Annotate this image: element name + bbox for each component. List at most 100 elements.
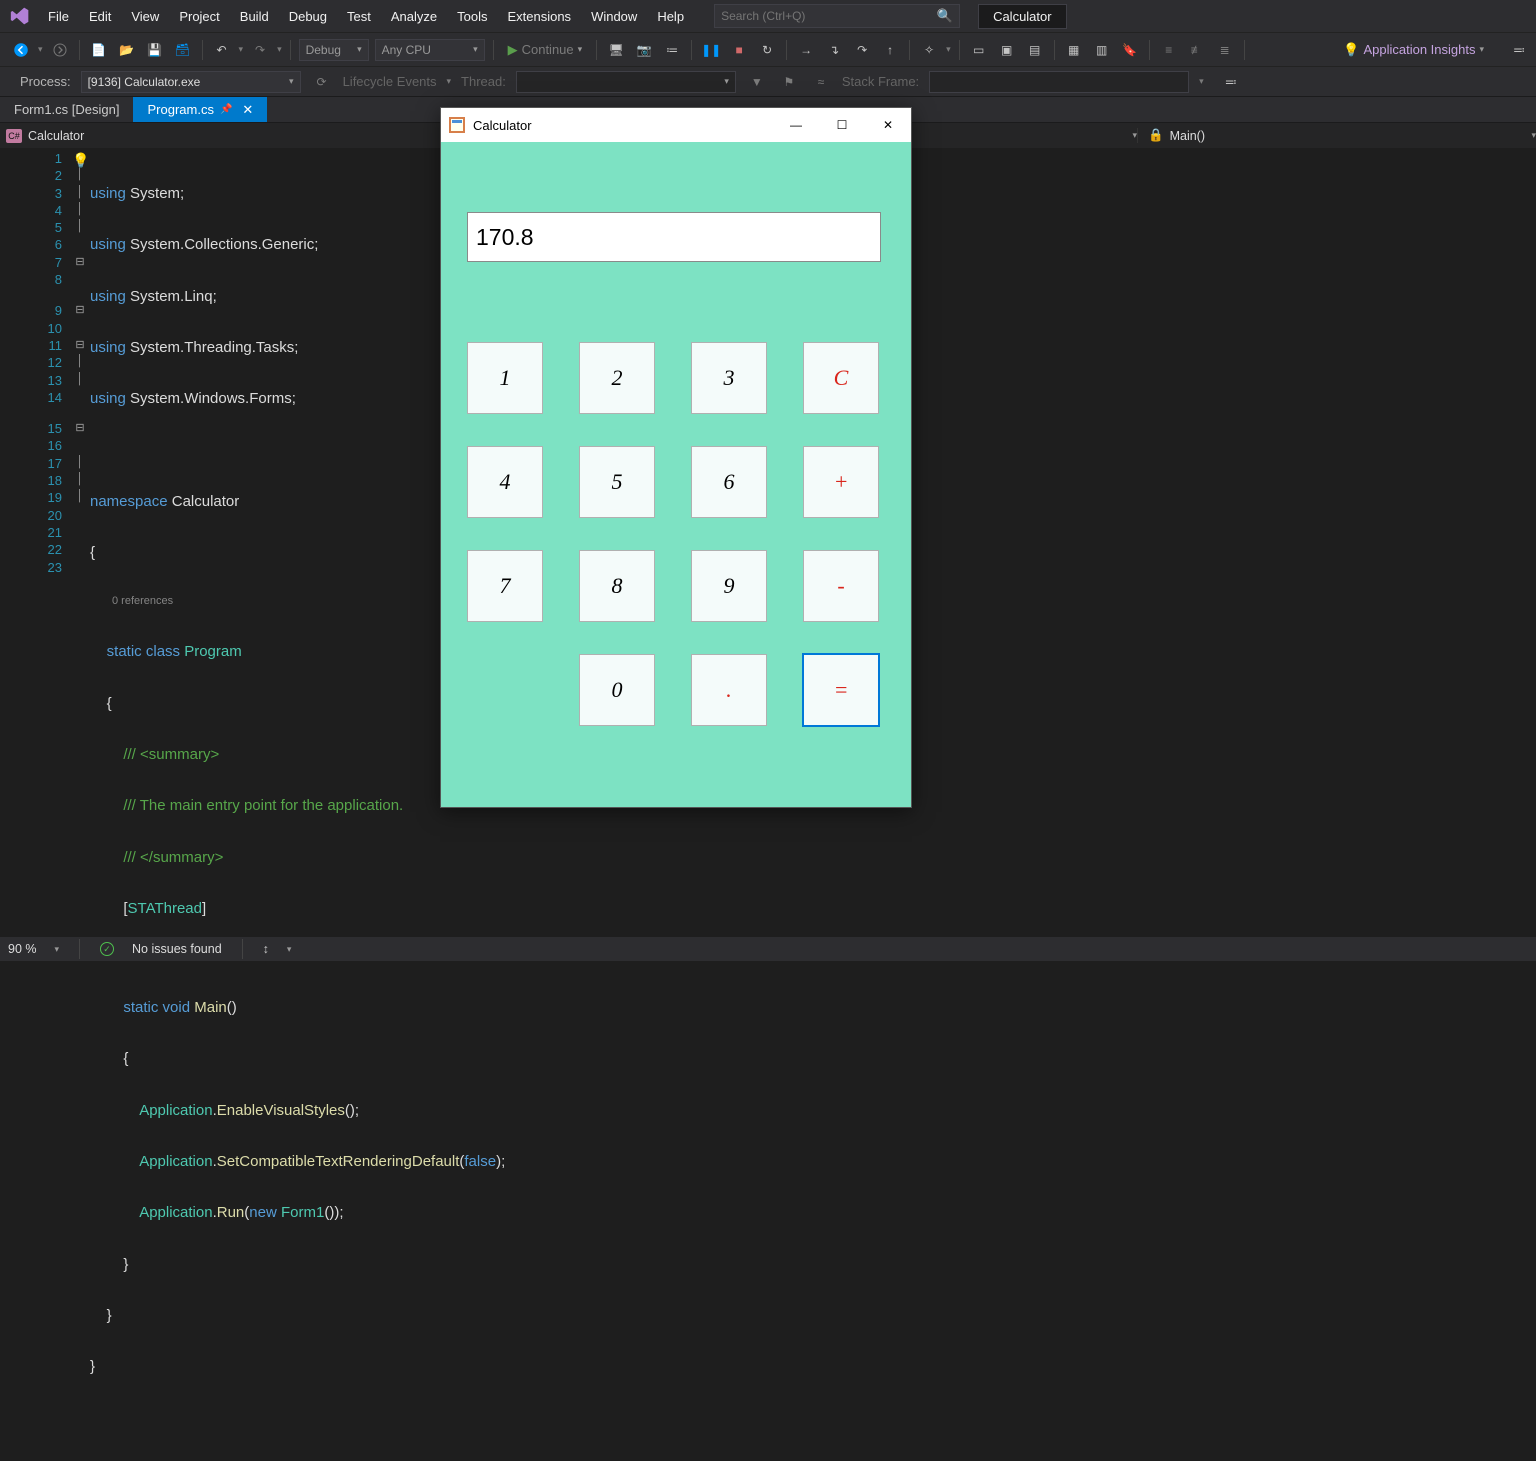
chevron-down-icon[interactable]: ▾ bbox=[55, 944, 60, 955]
process-select[interactable]: [9136] Calculator.exe▾ bbox=[81, 71, 301, 93]
step-over-button[interactable]: ↷ bbox=[851, 39, 873, 61]
pause-button[interactable]: ❚❚ bbox=[700, 39, 722, 61]
menu-edit[interactable]: Edit bbox=[79, 3, 121, 30]
bookmark-icon[interactable]: 🔖 bbox=[1119, 39, 1141, 61]
intellitrace-icon[interactable]: ✧ bbox=[918, 39, 940, 61]
csharp-badge-icon: C# bbox=[6, 129, 22, 143]
platform-dropdown[interactable]: Any CPU▾ bbox=[375, 39, 485, 61]
key-0[interactable]: 0 bbox=[579, 654, 655, 726]
show-next-icon[interactable]: → bbox=[795, 39, 817, 61]
key-2[interactable]: 2 bbox=[579, 342, 655, 414]
filter-icon[interactable]: ▼ bbox=[746, 71, 768, 93]
save-all-button[interactable]: 🗃 bbox=[172, 39, 194, 61]
maximize-button[interactable]: ☐ bbox=[819, 108, 865, 142]
uncomment-icon[interactable]: ≢ bbox=[1186, 39, 1208, 61]
tab-form-design[interactable]: Form1.cs [Design] bbox=[0, 97, 133, 122]
calc-keypad: 1 2 3 C 4 5 6 + 7 8 9 - 0 . = bbox=[467, 342, 885, 726]
key-clear[interactable]: C bbox=[803, 342, 879, 414]
hot-reload-icon[interactable]: ≔ bbox=[661, 39, 683, 61]
menu-help[interactable]: Help bbox=[647, 3, 694, 30]
zoom-level[interactable]: 90 % bbox=[8, 942, 37, 956]
nav-member-dropdown[interactable]: 🔒 Main() ▾ bbox=[1137, 128, 1536, 143]
overflow-icon[interactable]: ≕ bbox=[1508, 39, 1530, 61]
menu-debug[interactable]: Debug bbox=[279, 3, 337, 30]
menu-view[interactable]: View bbox=[121, 3, 169, 30]
calc-titlebar[interactable]: Calculator — ☐ ✕ bbox=[441, 108, 911, 142]
cycle-icon[interactable]: ⟳ bbox=[311, 71, 333, 93]
key-7[interactable]: 7 bbox=[467, 550, 543, 622]
status-bar: 90 % ▾ ✓ No issues found ↕ ▾ bbox=[0, 937, 1536, 961]
pin-icon[interactable]: 📌 bbox=[220, 104, 232, 115]
solution-title: Calculator bbox=[978, 4, 1067, 29]
key-1[interactable]: 1 bbox=[467, 342, 543, 414]
key-9[interactable]: 9 bbox=[691, 550, 767, 622]
window-icon[interactable]: ▭ bbox=[968, 39, 990, 61]
undo-button[interactable]: ↶ bbox=[211, 39, 233, 61]
menu-extensions[interactable]: Extensions bbox=[497, 3, 581, 30]
quick-launch[interactable]: 🔍 bbox=[714, 4, 960, 28]
screenshot-icon[interactable]: 📷 bbox=[633, 39, 655, 61]
lightbulb-icon[interactable]: 💡 bbox=[72, 152, 89, 169]
key-equals[interactable]: = bbox=[803, 654, 879, 726]
step-into-button[interactable]: ↴ bbox=[823, 39, 845, 61]
step-out-button[interactable]: ↑ bbox=[879, 39, 901, 61]
window2-icon[interactable]: ▣ bbox=[996, 39, 1018, 61]
search-input[interactable] bbox=[721, 9, 937, 23]
stack-icon[interactable]: ▤ bbox=[1024, 39, 1046, 61]
line-gutter: 12345 678 91011121314 151617181920212223 bbox=[0, 148, 70, 937]
thread2-icon[interactable]: ≈ bbox=[810, 71, 832, 93]
lifecycle-label: Lifecycle Events bbox=[343, 74, 437, 89]
menu-project[interactable]: Project bbox=[169, 3, 229, 30]
process-label: Process: bbox=[20, 74, 71, 89]
menu-window[interactable]: Window bbox=[581, 3, 647, 30]
key-6[interactable]: 6 bbox=[691, 446, 767, 518]
key-5[interactable]: 5 bbox=[579, 446, 655, 518]
open-file-button[interactable]: 📂 bbox=[116, 39, 138, 61]
close-button[interactable]: ✕ bbox=[865, 108, 911, 142]
menu-bar: File Edit View Project Build Debug Test … bbox=[0, 0, 1536, 32]
chevron-down-icon[interactable]: ▾ bbox=[287, 944, 292, 955]
stop-button[interactable]: ■ bbox=[728, 39, 750, 61]
key-dot[interactable]: . bbox=[691, 654, 767, 726]
menu-tools[interactable]: Tools bbox=[447, 3, 497, 30]
key-3[interactable]: 3 bbox=[691, 342, 767, 414]
browser-link-icon[interactable]: 🖥 bbox=[605, 39, 627, 61]
menu-test[interactable]: Test bbox=[337, 3, 381, 30]
continue-button[interactable]: ▶Continue▾ bbox=[502, 42, 589, 58]
new-project-button[interactable]: 📄 bbox=[88, 39, 110, 61]
format-icon[interactable]: ≣ bbox=[1214, 39, 1236, 61]
flag-icon[interactable]: ⚑ bbox=[778, 71, 800, 93]
overflow-icon[interactable]: ≕ bbox=[1220, 71, 1242, 93]
debug-toolbar: Process: [9136] Calculator.exe▾ ⟳ Lifecy… bbox=[0, 66, 1536, 96]
chevron-down-icon: ▾ bbox=[38, 44, 43, 55]
redo-button[interactable]: ↷ bbox=[249, 39, 271, 61]
key-8[interactable]: 8 bbox=[579, 550, 655, 622]
nav-fwd-button[interactable] bbox=[49, 39, 71, 61]
nav-back-button[interactable] bbox=[10, 39, 32, 61]
stack-frame-select[interactable] bbox=[929, 71, 1189, 93]
stack3-icon[interactable]: ▥ bbox=[1091, 39, 1113, 61]
tab-program-cs[interactable]: Program.cs 📌 ✕ bbox=[133, 97, 267, 122]
search-icon: 🔍 bbox=[937, 8, 953, 24]
chevron-down-icon: ▾ bbox=[277, 44, 282, 55]
close-tab-icon[interactable]: ✕ bbox=[242, 102, 253, 118]
menu-analyze[interactable]: Analyze bbox=[381, 3, 447, 30]
restart-button[interactable]: ↻ bbox=[756, 39, 778, 61]
fold-column[interactable]: ⊟││││⊟ ⊟⊟││ ⊟│││ bbox=[70, 148, 90, 937]
menu-file[interactable]: File bbox=[38, 3, 79, 30]
key-minus[interactable]: - bbox=[803, 550, 879, 622]
thread-select[interactable]: ▾ bbox=[516, 71, 736, 93]
key-4[interactable]: 4 bbox=[467, 446, 543, 518]
calc-title: Calculator bbox=[473, 118, 765, 133]
key-plus[interactable]: + bbox=[803, 446, 879, 518]
stack2-icon[interactable]: ▦ bbox=[1063, 39, 1085, 61]
menu-build[interactable]: Build bbox=[230, 3, 279, 30]
config-dropdown[interactable]: Debug▾ bbox=[299, 39, 369, 61]
minimize-button[interactable]: — bbox=[773, 108, 819, 142]
chevron-down-icon: ▾ bbox=[239, 44, 244, 55]
save-button[interactable]: 💾 bbox=[144, 39, 166, 61]
comment-icon[interactable]: ≡ bbox=[1158, 39, 1180, 61]
app-insights-button[interactable]: 💡Application Insights▾ bbox=[1343, 42, 1484, 58]
calc-display[interactable]: 170.8 bbox=[467, 212, 881, 262]
scroll-icon[interactable]: ↕ bbox=[263, 942, 269, 956]
